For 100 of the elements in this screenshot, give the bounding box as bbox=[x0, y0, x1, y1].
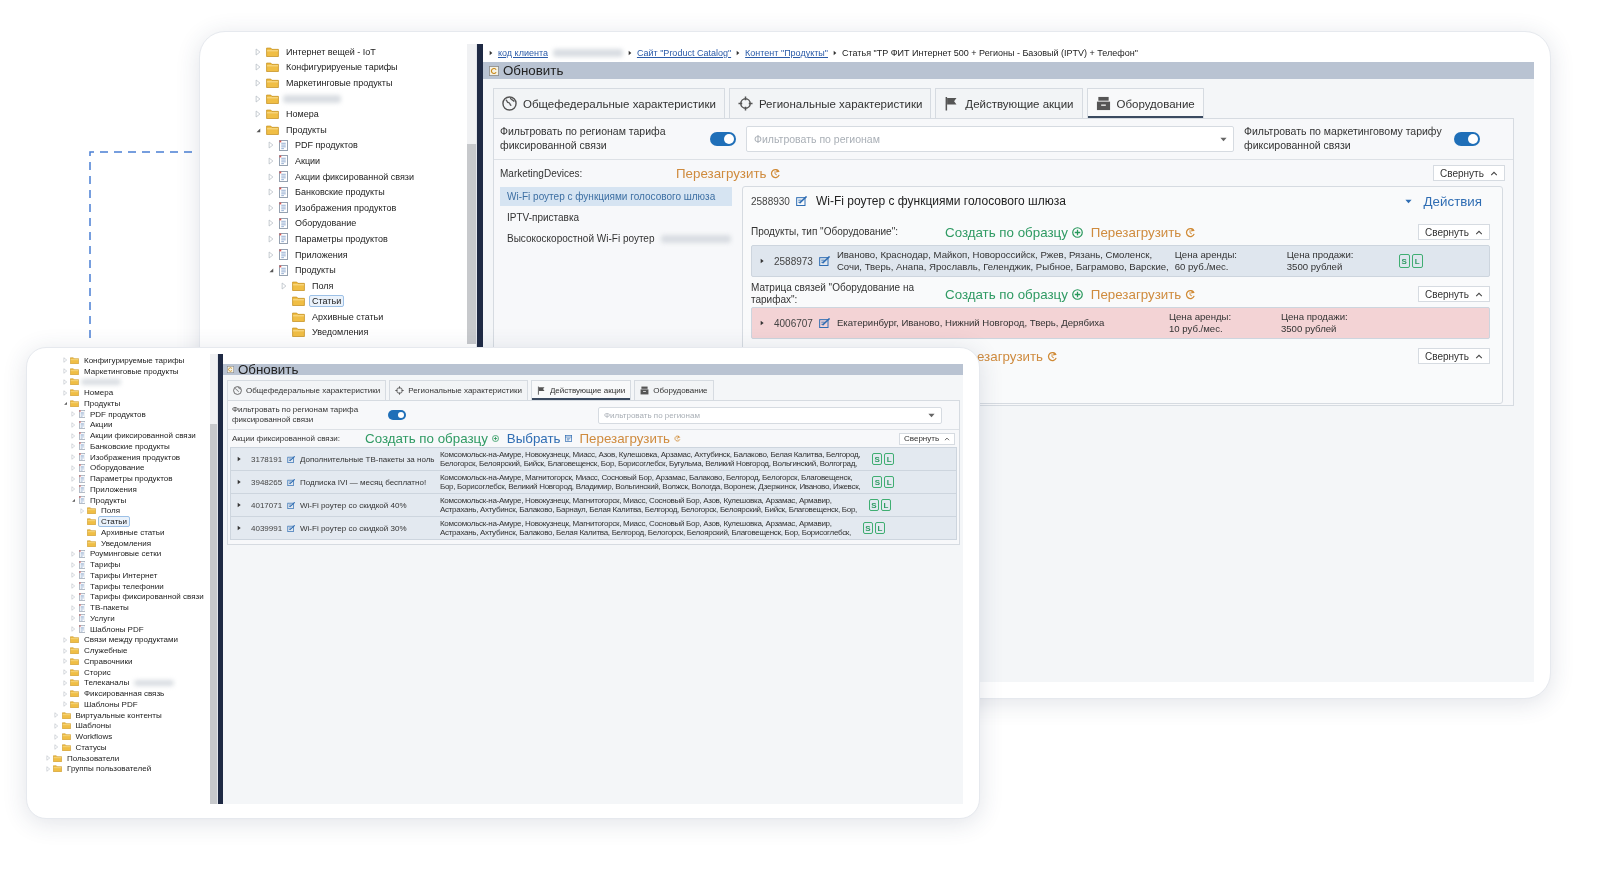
create-from-template-button[interactable]: Создать по образцу bbox=[945, 224, 1083, 240]
tree-item[interactable]: Услуги bbox=[87, 612, 118, 624]
tree-item[interactable]: Поля bbox=[98, 505, 124, 517]
collapse-arrow-icon[interactable] bbox=[71, 497, 76, 504]
expand-arrow-icon[interactable] bbox=[237, 502, 241, 508]
tree-item[interactable]: Продукты bbox=[87, 494, 130, 506]
reload-icon[interactable] bbox=[1185, 226, 1197, 238]
edit-icon[interactable] bbox=[795, 196, 808, 206]
tree-item[interactable]: Телеканалы bbox=[81, 677, 133, 689]
tree-item[interactable]: Шаблоны bbox=[72, 720, 114, 732]
tree-item[interactable]: Статусы bbox=[72, 741, 110, 753]
product-row[interactable]: 2588973 Иваново, Краснодар, Майкоп, Новороссийск, Ржев, Рязань, Смоленск, Сочи, Тверь, Анапа, Ярославль, Геленджик, Рыбное, Баграмово, Варские, Цена аренды: 60 руб./мес. Цена продажи: 3500 рублей S L bbox=[751, 245, 1490, 277]
expand-arrow-icon[interactable] bbox=[237, 525, 241, 531]
edit-icon[interactable] bbox=[287, 524, 296, 532]
tree-item[interactable]: Уведомления bbox=[98, 537, 155, 549]
tree-item[interactable]: Сторис bbox=[81, 666, 114, 678]
plus-circle-icon[interactable] bbox=[491, 435, 499, 442]
tab[interactable]: Общефедеральные характеристики bbox=[227, 380, 387, 400]
plus-circle-icon[interactable] bbox=[1071, 226, 1083, 238]
tree-item[interactable]: Роуминговые сетки bbox=[87, 548, 165, 560]
promotion-row[interactable] bbox=[231, 517, 956, 539]
tree-item[interactable]: Акции bbox=[292, 154, 324, 167]
tree-item[interactable]: Изображения продуктов bbox=[292, 201, 400, 214]
tree-item[interactable]: Параметры продуктов bbox=[292, 232, 391, 245]
tree-item[interactable]: Акции фиксированной связи bbox=[87, 430, 199, 442]
tab[interactable]: Общефедеральные характеристики bbox=[493, 88, 725, 118]
expand-arrow-icon[interactable] bbox=[237, 479, 241, 485]
tree-item[interactable]: PDF продуктов bbox=[292, 139, 361, 152]
tab[interactable]: Оборудование bbox=[1086, 88, 1204, 118]
collapse-button[interactable]: Свернуть bbox=[1418, 224, 1490, 240]
refresh-button[interactable]: Обновить bbox=[227, 362, 299, 377]
device-list-item[interactable]: Высокоскоростной Wi-Fi роутер bbox=[500, 229, 662, 248]
tree-item[interactable]: Интернет вещей - IoT bbox=[283, 45, 379, 58]
tree-item[interactable]: Архивные статьи bbox=[98, 526, 168, 538]
tree-item[interactable]: Номера bbox=[81, 387, 117, 399]
promotion-row[interactable] bbox=[231, 494, 956, 517]
tree-item[interactable]: Номера bbox=[283, 108, 322, 121]
tree-item[interactable]: Оборудование bbox=[292, 217, 360, 230]
toggle-switch[interactable] bbox=[388, 410, 406, 420]
expand-arrow-icon[interactable] bbox=[760, 258, 764, 264]
collapse-button[interactable]: Свернуть bbox=[1418, 286, 1490, 302]
tree-item[interactable]: PDF продуктов bbox=[87, 408, 149, 420]
breadcrumb-link[interactable]: Контент "Продукты" bbox=[745, 48, 828, 58]
tree-item[interactable]: Акции фиксированной связи bbox=[292, 170, 418, 183]
tree-item[interactable]: Параметры продуктов bbox=[87, 473, 176, 485]
edit-icon[interactable] bbox=[818, 256, 831, 266]
plus-circle-icon[interactable] bbox=[1071, 288, 1083, 300]
tree-item[interactable]: Приложения bbox=[87, 483, 140, 495]
scrollbar[interactable] bbox=[467, 44, 476, 344]
tree-item[interactable]: Шаблоны PDF bbox=[81, 698, 141, 710]
expand-arrow-icon[interactable] bbox=[237, 456, 241, 462]
tree-item[interactable]: Архивные статьи bbox=[309, 310, 387, 323]
tab[interactable]: Оборудование bbox=[634, 380, 714, 400]
tree-item[interactable]: Связи между продуктами bbox=[81, 634, 182, 646]
breadcrumb-link[interactable]: Сайт "Product Catalog" bbox=[636, 48, 732, 58]
product-row[interactable]: 4006707 Екатеринбург, Иваново, Нижний Новгород, Тверь, Дерябиха Цена аренды: 10 руб./мес. Цена продажи: 3500 рублей bbox=[751, 307, 1490, 339]
refresh-button[interactable]: Обновить bbox=[489, 63, 564, 78]
tab[interactable]: Действующие акции bbox=[935, 88, 1083, 118]
tree-item[interactable]: Группы пользователей bbox=[64, 763, 155, 775]
reload-icon[interactable] bbox=[770, 167, 782, 179]
tab[interactable]: Региональные характеристики bbox=[728, 88, 932, 118]
collapse-button[interactable]: Свернуть bbox=[1418, 348, 1490, 364]
tree-item[interactable]: Пользователи bbox=[64, 752, 123, 764]
tree-item[interactable]: Поля bbox=[309, 279, 337, 292]
expand-arrow-icon[interactable] bbox=[760, 320, 764, 326]
tree-item[interactable]: Изображения продуктов bbox=[87, 451, 184, 463]
reload-icon[interactable] bbox=[673, 435, 681, 442]
tree-item[interactable]: Тарифы фиксированной связи bbox=[87, 591, 207, 603]
tree-item[interactable]: Акции bbox=[87, 419, 116, 431]
tree-item[interactable]: Шаблоны PDF bbox=[87, 623, 147, 635]
collapse-arrow-icon[interactable] bbox=[268, 266, 274, 275]
tree-item[interactable]: Банковские продукты bbox=[87, 440, 173, 452]
tree-item[interactable]: ТВ-пакеты bbox=[87, 602, 132, 614]
promotion-row[interactable] bbox=[231, 448, 956, 471]
tree-item[interactable]: Оборудование bbox=[87, 462, 148, 474]
breadcrumb-link[interactable]: код клиента bbox=[498, 48, 548, 58]
tree-item[interactable]: Конфигурируемые тарифы bbox=[81, 354, 188, 366]
promotion-row[interactable] bbox=[231, 471, 956, 494]
tab[interactable]: Региональные характеристики bbox=[389, 380, 528, 400]
collapse-button[interactable]: Свернуть bbox=[1433, 165, 1505, 181]
edit-icon[interactable] bbox=[818, 318, 831, 328]
tree-item[interactable]: Тарифы телефонии bbox=[87, 580, 167, 592]
collapse-arrow-icon[interactable] bbox=[62, 400, 68, 407]
tree-item[interactable]: Маркетинговые продукты bbox=[283, 77, 396, 89]
tree-item[interactable]: Уведомления bbox=[309, 326, 372, 339]
edit-icon[interactable] bbox=[287, 478, 296, 486]
device-list-item[interactable]: IPTV-приставка bbox=[500, 208, 587, 227]
tree-item[interactable]: Тарифы bbox=[87, 559, 124, 571]
tree-item[interactable]: Продукты bbox=[81, 397, 124, 409]
tree-item[interactable]: Маркетинговые продукты bbox=[81, 365, 182, 377]
tree-item[interactable]: Продукты bbox=[292, 264, 339, 277]
edit-icon[interactable] bbox=[287, 455, 296, 463]
region-filter-dropdown[interactable]: Фильтровать по регионам bbox=[747, 127, 1233, 151]
tree-item[interactable]: Статьи bbox=[309, 295, 345, 308]
tree-item[interactable]: Служебные bbox=[81, 645, 131, 657]
device-list-item[interactable]: Wi-Fi роутер с функциями голосового шлюза bbox=[500, 187, 732, 206]
create-from-template-button[interactable]: Создать по образцу bbox=[945, 286, 1083, 302]
choose-button[interactable]: Выбрать bbox=[506, 431, 572, 446]
actions-menu-button[interactable]: Действия bbox=[1404, 193, 1490, 209]
scrollbar[interactable] bbox=[210, 354, 217, 804]
